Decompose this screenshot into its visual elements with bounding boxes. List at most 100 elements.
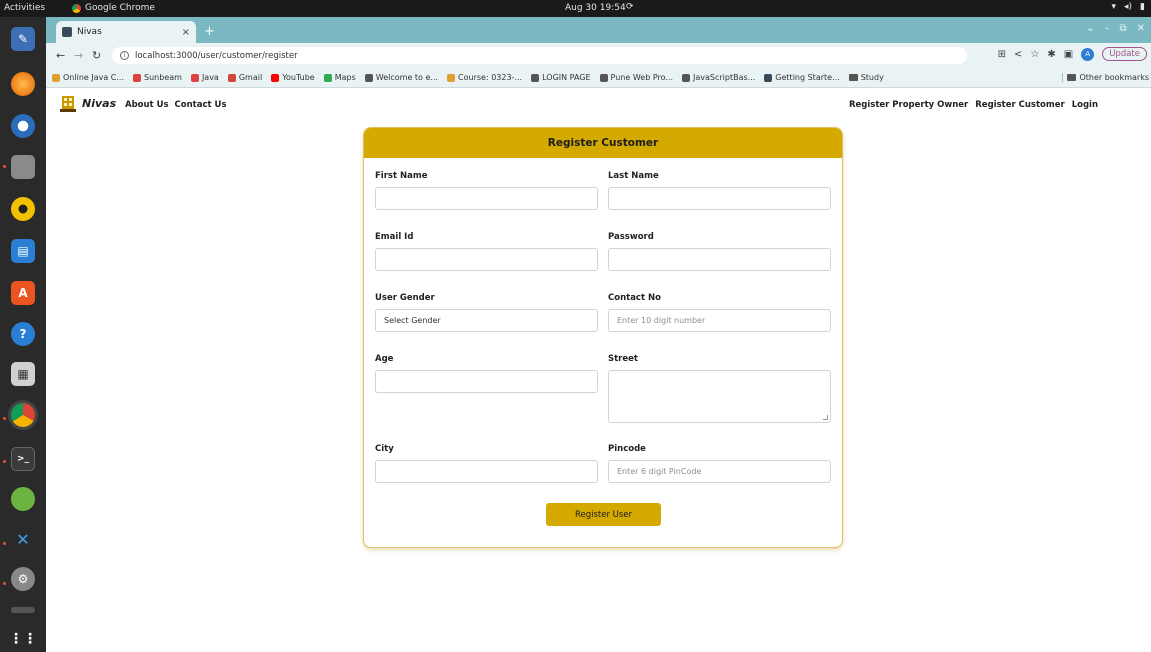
nav-login[interactable]: Login — [1072, 100, 1098, 110]
nav-contact-us[interactable]: Contact Us — [175, 100, 227, 110]
software-center-icon[interactable]: A — [11, 281, 35, 305]
gender-label: User Gender — [375, 293, 435, 303]
os-top-bar: Activities Google Chrome Aug 30 19:54 ⟳ … — [0, 0, 1151, 17]
clock[interactable]: Aug 30 19:54 — [565, 3, 626, 13]
bookmark-item[interactable]: Pune Web Pro... — [599, 73, 673, 82]
back-icon[interactable]: ← — [56, 49, 65, 62]
contact-input[interactable]: Enter 10 digit number — [608, 309, 831, 332]
system-tray[interactable]: ▾ ◂) ▮ — [1111, 2, 1145, 12]
pincode-placeholder: Enter 6 digit PinCode — [617, 467, 702, 476]
thunderbird-icon[interactable] — [11, 114, 35, 138]
nav-left: About Us Contact Us — [125, 100, 227, 110]
new-tab-button[interactable]: + — [204, 24, 215, 39]
street-label: Street — [608, 354, 638, 364]
firefox-icon[interactable] — [11, 72, 35, 96]
bookmark-item[interactable]: Getting Starte... — [764, 73, 840, 82]
street-textarea[interactable] — [608, 370, 831, 423]
register-customer-card: Register Customer First Name Last Name E… — [363, 127, 843, 548]
rhythmbox-icon[interactable] — [11, 197, 35, 221]
writer-icon[interactable]: ▤ — [11, 239, 35, 263]
bookmark-icon — [52, 73, 60, 82]
last-name-input[interactable] — [608, 187, 831, 210]
bookmark-folder[interactable]: Study — [848, 73, 884, 82]
trash-icon[interactable] — [11, 607, 35, 613]
settings-icon[interactable]: ⚙ — [11, 567, 35, 591]
nivas-favicon-icon — [62, 27, 72, 37]
city-input[interactable] — [375, 460, 598, 483]
folder-icon — [1067, 74, 1077, 81]
first-name-input[interactable] — [375, 187, 598, 210]
vscode-icon[interactable]: ✕ — [11, 527, 35, 551]
network-icon: ▾ — [1111, 2, 1117, 12]
app-menu[interactable]: Google Chrome — [72, 3, 155, 13]
minimize-icon[interactable]: – — [1104, 23, 1109, 34]
bookmark-star-icon[interactable]: ☆ — [1030, 49, 1039, 60]
bookmark-item[interactable]: LOGIN PAGE — [531, 73, 591, 82]
tab-nivas[interactable]: Nivas × — [56, 21, 196, 43]
window-controls: ⌄ – ⧉ ✕ — [1086, 23, 1145, 34]
running-indicator — [3, 542, 6, 545]
chrome-dock-icon[interactable] — [11, 403, 35, 427]
bookmark-item[interactable]: Sunbeam — [133, 73, 182, 82]
side-panel-icon[interactable]: ▣ — [1064, 49, 1073, 60]
resize-handle-icon[interactable] — [823, 415, 828, 420]
text-editor-icon[interactable]: ✎ — [11, 27, 35, 51]
youtube-icon — [271, 73, 280, 82]
house-logo-icon — [60, 96, 76, 112]
password-input[interactable] — [608, 248, 831, 271]
extensions-icon[interactable]: ✱ — [1047, 49, 1055, 60]
activities-button[interactable]: Activities — [4, 3, 45, 13]
app-name: Google Chrome — [85, 3, 155, 13]
dock: ✎ ▤ A ? ▦ >_ ✕ ⚙ ⋮⋮ — [0, 17, 46, 652]
other-bookmarks[interactable]: Other bookmarks — [1062, 73, 1149, 82]
register-user-button[interactable]: Register User — [546, 503, 661, 526]
site-navbar: Nivas About Us Contact Us Register Prope… — [46, 89, 1151, 123]
globe-icon — [682, 73, 690, 82]
site-info-icon[interactable]: i — [120, 51, 129, 60]
restore-icon[interactable]: ⧉ — [1119, 23, 1126, 34]
files-icon[interactable] — [11, 155, 35, 179]
url-text: localhost:3000/user/customer/register — [135, 50, 298, 61]
translate-icon[interactable]: ⊞ — [998, 49, 1006, 60]
update-button[interactable]: Update — [1102, 47, 1147, 61]
globe-icon — [531, 73, 540, 82]
bookmark-item[interactable]: Maps — [323, 73, 356, 82]
browser-toolbar: ← → ↻ i localhost:3000/user/customer/reg… — [46, 43, 1151, 68]
terminal-icon[interactable]: >_ — [11, 447, 35, 471]
bookmark-item[interactable]: YouTube — [271, 73, 315, 82]
bookmark-item[interactable]: JavaScriptBas... — [682, 73, 755, 82]
running-indicator — [3, 417, 6, 420]
bookmark-item[interactable]: Online Java C... — [52, 73, 124, 82]
tab-close-icon[interactable]: × — [182, 27, 190, 38]
age-input[interactable] — [375, 370, 598, 393]
brand[interactable]: Nivas — [60, 94, 116, 112]
help-icon[interactable]: ? — [11, 322, 35, 346]
profile-avatar[interactable]: A — [1081, 47, 1095, 61]
share-icon[interactable]: < — [1014, 49, 1022, 60]
close-window-icon[interactable]: ✕ — [1137, 23, 1145, 34]
nav-register-property-owner[interactable]: Register Property Owner — [849, 100, 968, 110]
reload-icon[interactable]: ↻ — [92, 49, 101, 62]
tab-search-icon[interactable]: ⌄ — [1086, 23, 1094, 34]
spring-icon[interactable] — [11, 487, 35, 511]
screenshot-icon[interactable]: ▦ — [11, 362, 35, 386]
tab-title: Nivas — [77, 27, 102, 37]
email-input[interactable] — [375, 248, 598, 271]
bookmark-item[interactable]: Java — [190, 73, 219, 82]
doc-icon — [764, 73, 773, 82]
bookmark-item[interactable]: Welcome to e... — [364, 73, 438, 82]
show-apps-icon[interactable]: ⋮⋮ — [9, 627, 37, 651]
bookmark-item[interactable]: Course: 0323-... — [447, 73, 522, 82]
volume-icon: ◂) — [1124, 2, 1133, 12]
running-indicator — [3, 165, 6, 168]
nav-register-customer[interactable]: Register Customer — [975, 100, 1064, 110]
address-bar[interactable]: i localhost:3000/user/customer/register — [112, 47, 967, 64]
last-name-label: Last Name — [608, 171, 659, 181]
bookmark-item[interactable]: Gmail — [227, 73, 262, 82]
gender-select[interactable]: Select Gender — [375, 309, 598, 332]
pincode-input[interactable]: Enter 6 digit PinCode — [608, 460, 831, 483]
notification-icon: ⟳ — [626, 2, 634, 12]
chrome-icon — [72, 3, 81, 13]
nav-about-us[interactable]: About Us — [125, 100, 169, 110]
forward-icon[interactable]: → — [74, 49, 83, 62]
